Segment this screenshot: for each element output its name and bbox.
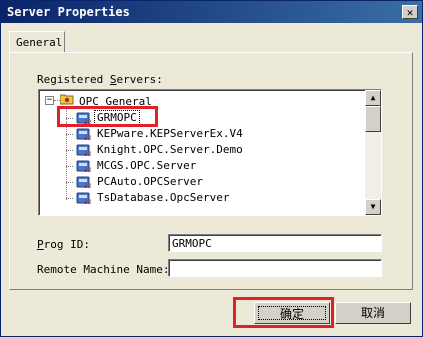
svg-text:32: 32: [84, 183, 92, 189]
title-bar[interactable]: Server Properties ✕: [1, 1, 422, 23]
prog-id-field[interactable]: [168, 234, 382, 252]
registered-servers-label: Registered Servers:: [37, 73, 163, 86]
highlight-box: [57, 106, 158, 127]
server-label: TsDatabase.OpcServer: [97, 191, 230, 204]
server-label: MCGS.OPC.Server: [97, 159, 197, 172]
tree-connector: [66, 166, 73, 167]
window-title: Server Properties: [7, 5, 130, 19]
highlight-box: [233, 297, 334, 328]
list-item[interactable]: 32 KEPware.KEPServerEx.V4: [73, 126, 353, 142]
server-label: PCAuto.OPCServer: [97, 175, 203, 188]
list-item[interactable]: 32 Knight.OPC.Server.Demo: [73, 142, 353, 158]
scroll-down-icon[interactable]: ▼: [365, 199, 381, 215]
opc-server-icon: 32: [76, 176, 92, 189]
server-label: Knight.OPC.Server.Demo: [97, 143, 243, 156]
folder-icon: [60, 94, 74, 105]
tree-connector: [66, 150, 73, 151]
scroll-thumb[interactable]: [365, 106, 381, 132]
close-icon[interactable]: ✕: [402, 5, 418, 19]
tree-scrollbar[interactable]: ▲ ▼: [365, 90, 381, 215]
svg-text:32: 32: [84, 199, 92, 205]
opc-server-icon: 32: [76, 128, 92, 141]
cancel-button[interactable]: 取消: [335, 302, 411, 324]
svg-text:32: 32: [84, 151, 92, 157]
remote-machine-field[interactable]: [168, 259, 382, 277]
svg-text:32: 32: [84, 167, 92, 173]
list-item[interactable]: 32 TsDatabase.OpcServer: [73, 190, 353, 206]
list-item[interactable]: 32 MCGS.OPC.Server: [73, 158, 353, 174]
opc-server-icon: 32: [76, 160, 92, 173]
list-item[interactable]: 32 PCAuto.OPCServer: [73, 174, 353, 190]
prog-id-label: Prog ID:: [37, 238, 90, 251]
remote-machine-label: Remote Machine Name:: [37, 263, 170, 276]
tree-connector: [66, 134, 73, 135]
tab-general[interactable]: General: [9, 31, 65, 53]
tree-connector: [66, 182, 73, 183]
opc-server-icon: 32: [76, 192, 92, 205]
tree-connector: [66, 198, 73, 199]
scroll-up-icon[interactable]: ▲: [365, 90, 381, 106]
svg-text:32: 32: [84, 135, 92, 141]
opc-server-icon: 32: [76, 144, 92, 157]
server-label: KEPware.KEPServerEx.V4: [97, 127, 243, 140]
collapse-icon[interactable]: −: [45, 96, 54, 105]
